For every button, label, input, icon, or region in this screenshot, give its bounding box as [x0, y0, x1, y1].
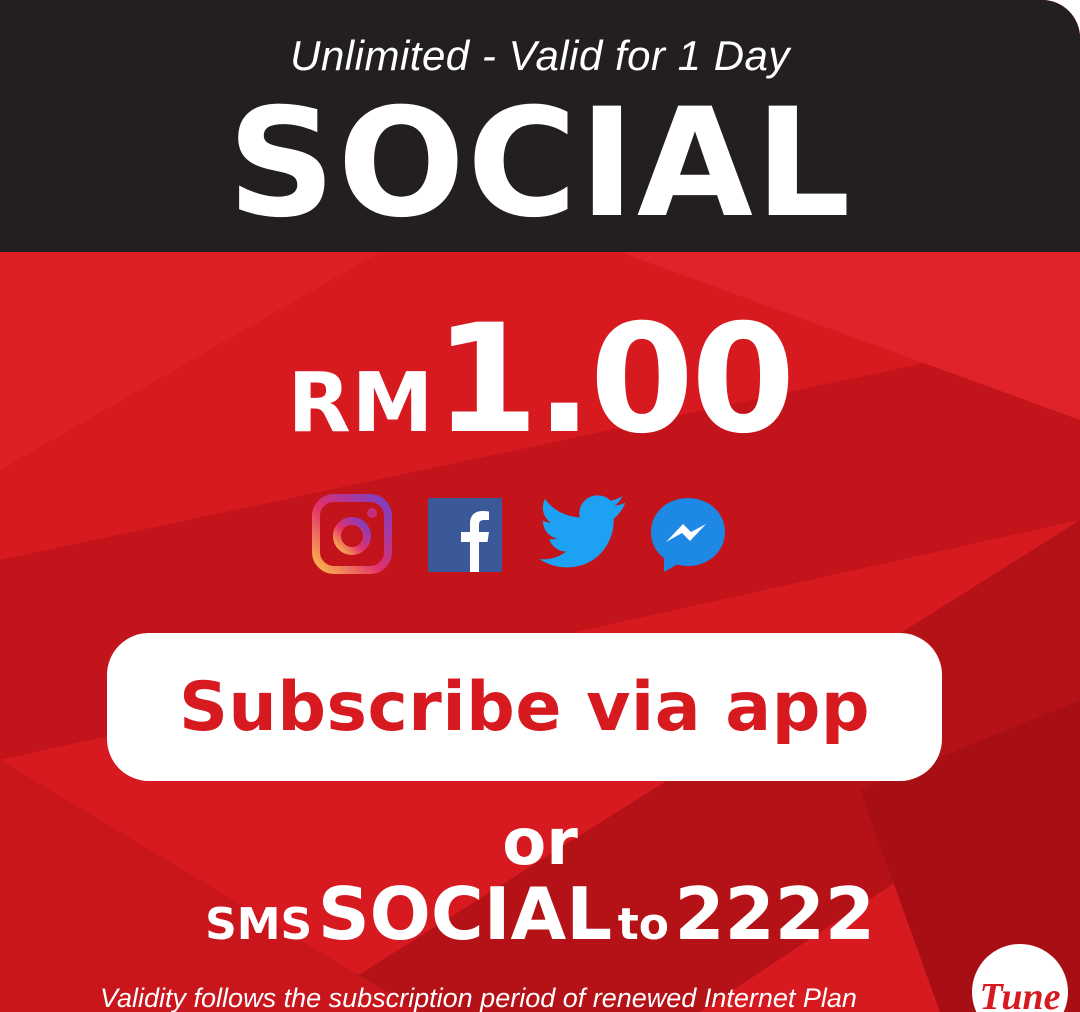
subscribe-via-app-button[interactable]: Subscribe via app [107, 633, 942, 781]
price-amount: 1.00 [434, 293, 795, 467]
messenger-icon [651, 498, 725, 572]
promo-card: Unlimited - Valid for 1 Day SOCIAL RM1.0… [0, 0, 1080, 1012]
facebook-icon [428, 498, 502, 572]
instagram-icon [312, 494, 392, 574]
validity-text: Unlimited - Valid for 1 Day [290, 32, 790, 79]
sms-prefix: SMS [205, 899, 313, 950]
sms-to: to [617, 899, 669, 950]
price-currency: RM [287, 356, 435, 451]
price: RM1.00 [0, 300, 1080, 460]
twitter-icon [539, 495, 626, 568]
social-icons [312, 494, 732, 580]
header-band: Unlimited - Valid for 1 Day SOCIAL [0, 0, 1080, 252]
sms-instructions: SMS SOCIAL to 2222 [0, 872, 1080, 976]
sms-keyword: SOCIAL [317, 872, 613, 956]
plan-title: SOCIAL [227, 77, 853, 251]
sms-number: 2222 [674, 872, 875, 956]
validity-footnote: Validity follows the subscription period… [100, 983, 857, 1012]
or-text: or [502, 806, 578, 880]
tune-logo-text: Tune [979, 976, 1061, 1012]
